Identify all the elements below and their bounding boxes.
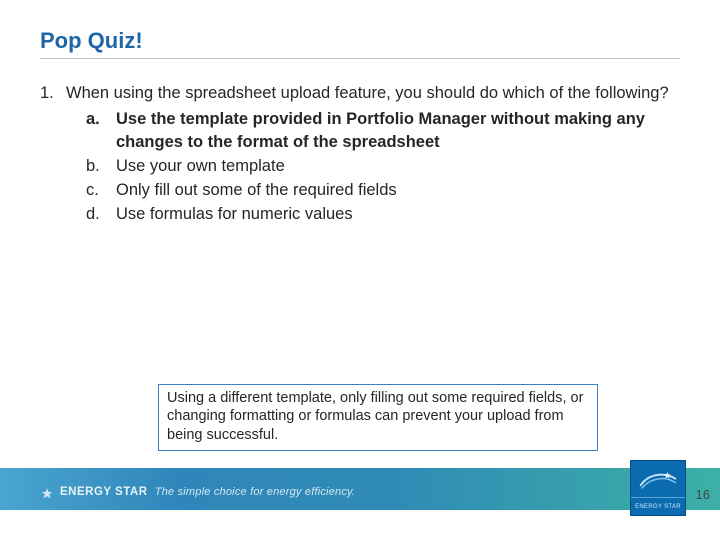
option-d: d. Use formulas for numeric values [40, 203, 680, 225]
options-list: a. Use the template provided in Portfoli… [40, 108, 680, 225]
logo-label: ENERGY STAR [631, 497, 685, 515]
option-text: Only fill out some of the required field… [116, 179, 680, 201]
option-letter: c. [86, 179, 116, 201]
option-text: Use the template provided in Portfolio M… [116, 108, 680, 153]
footer-tagline-text: The simple choice for energy efficiency. [155, 486, 355, 498]
footer-brand: ENERGY STAR [60, 486, 148, 498]
question-text: When using the spreadsheet upload featur… [66, 82, 680, 104]
energy-star-logo: ENERGY STAR [630, 460, 686, 516]
content-area: 1. When using the spreadsheet upload fea… [40, 82, 680, 226]
option-b: b. Use your own template [40, 155, 680, 177]
page-number: 16 [696, 487, 710, 502]
slide-title: Pop Quiz! [40, 28, 680, 54]
star-icon [40, 487, 54, 501]
option-c: c. Only fill out some of the required fi… [40, 179, 680, 201]
question-number: 1. [40, 82, 66, 104]
slide: Pop Quiz! 1. When using the spreadsheet … [0, 0, 720, 540]
logo-swoosh-icon [631, 461, 685, 499]
option-text: Use formulas for numeric values [116, 203, 680, 225]
explanation-callout: Using a different template, only filling… [158, 384, 598, 452]
option-letter: b. [86, 155, 116, 177]
option-letter: a. [86, 108, 116, 153]
option-letter: d. [86, 203, 116, 225]
option-text: Use your own template [116, 155, 680, 177]
footer-tagline: ENERGY STAR The simple choice for energy… [60, 486, 355, 498]
title-row: Pop Quiz! [40, 28, 680, 54]
question-row: 1. When using the spreadsheet upload fea… [40, 82, 680, 104]
title-underline [40, 58, 680, 59]
option-a: a. Use the template provided in Portfoli… [40, 108, 680, 153]
